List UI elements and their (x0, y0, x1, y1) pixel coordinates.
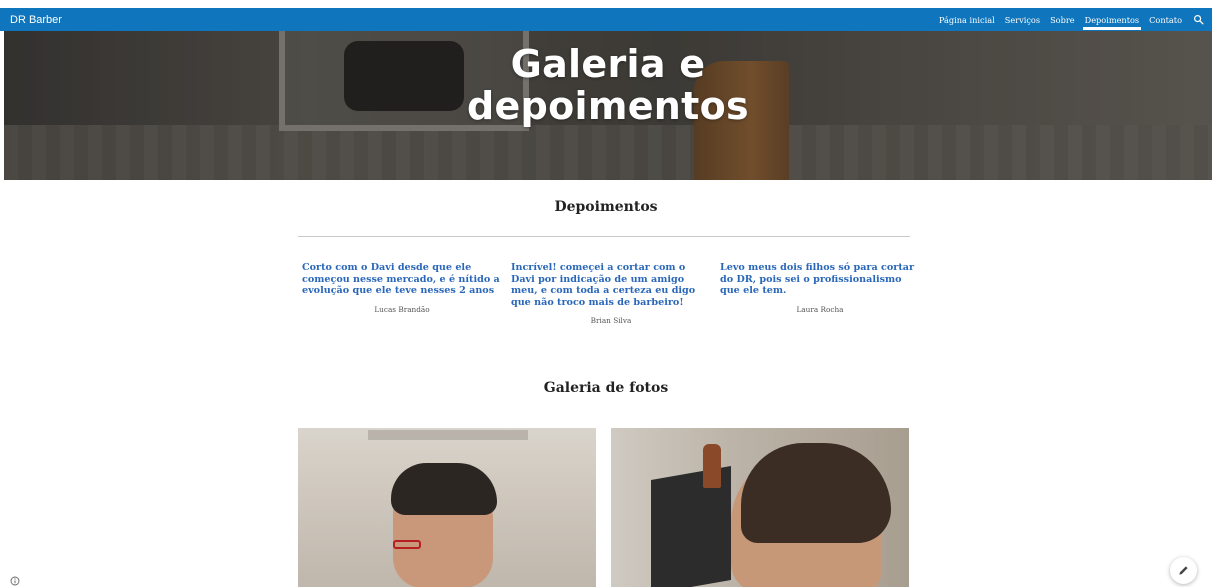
testimonial-card: Levo meus dois filhos só para cortar do … (720, 262, 920, 314)
photo-wall-sign (368, 430, 528, 440)
site-brand[interactable]: DR Barber (10, 14, 62, 26)
testimonial-card: Corto com o Davi desde que ele começou n… (302, 262, 502, 314)
gallery-heading: Galeria de fotos (543, 380, 669, 396)
nav-item-contato[interactable]: Contato (1149, 8, 1182, 31)
nav-item-servicos[interactable]: Serviços (1005, 8, 1040, 31)
gallery-photo[interactable] (298, 428, 596, 587)
edit-button[interactable] (1170, 557, 1197, 584)
testimonial-author: Laura Rocha (796, 304, 844, 314)
top-navigation-bar: DR Barber Página inicial Serviços Sobre … (0, 8, 1212, 31)
testimonial-author: Brian Silva (590, 316, 632, 325)
testimonial-quote: Incrível! começei a cortar com o Davi po… (511, 262, 696, 308)
photo-hair (741, 443, 891, 543)
photo-hair (391, 463, 497, 515)
testimonial-card: Incrível! começei a cortar com o Davi po… (511, 262, 711, 325)
search-icon[interactable] (1192, 14, 1204, 26)
testimonial-quote: Levo meus dois filhos só para cortar do … (720, 262, 915, 296)
testimonial-author: Lucas Brandão (374, 304, 430, 314)
page-title: Galeria e depoimentos (4, 43, 1212, 127)
page-title-line-2: depoimentos (467, 84, 749, 128)
pencil-icon (1178, 561, 1189, 580)
page-title-line-1: Galeria e (510, 42, 706, 86)
main-nav: Página inicial Serviços Sobre Depoimento… (929, 8, 1204, 31)
gallery-photo[interactable] (611, 428, 909, 587)
section-divider (298, 236, 910, 237)
nav-item-sobre[interactable]: Sobre (1050, 8, 1075, 31)
photo-bottle (703, 444, 721, 488)
info-icon[interactable] (10, 571, 20, 586)
nav-item-pagina-inicial[interactable]: Página inicial (939, 8, 995, 31)
hero-banner: Galeria e depoimentos (4, 31, 1212, 180)
testimonials-heading: Depoimentos (554, 199, 658, 215)
photo-glasses (393, 540, 421, 549)
nav-item-depoimentos[interactable]: Depoimentos (1082, 8, 1141, 31)
testimonial-quote: Corto com o Davi desde que ele começou n… (302, 262, 500, 296)
